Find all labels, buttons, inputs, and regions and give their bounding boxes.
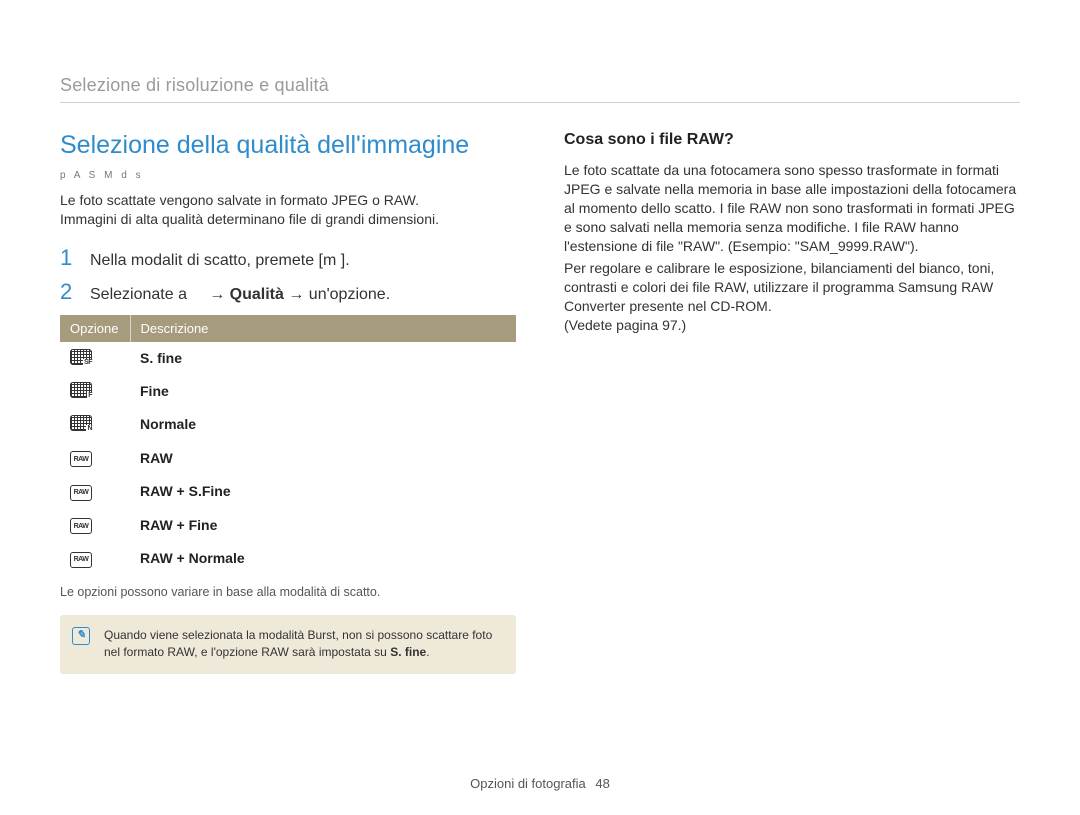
intro-line1: Le foto scattate vengono salvate in form… bbox=[60, 192, 419, 208]
quality-icon: N bbox=[70, 415, 92, 431]
step-number: 1 bbox=[60, 245, 78, 271]
opt-label: RAW + Normale bbox=[130, 541, 516, 575]
th-option: Opzione bbox=[60, 315, 130, 342]
opt-label: RAW + S.Fine bbox=[130, 474, 516, 508]
footer-section: Opzioni di fotografia bbox=[470, 776, 586, 791]
table-footnote: Le opzioni possono variare in base alla … bbox=[60, 585, 516, 599]
quality-icon: RAW bbox=[70, 485, 92, 501]
callout-text-a: Quando viene selezionata la modalità Bur… bbox=[104, 628, 492, 659]
right-column: Cosa sono i file RAW? Le foto scattate d… bbox=[564, 131, 1020, 674]
opt-label: S. fine bbox=[130, 342, 516, 375]
table-row: SF S. fine bbox=[60, 342, 516, 375]
step1-b: ]. bbox=[341, 252, 350, 269]
table-row: RAW RAW + S.Fine bbox=[60, 474, 516, 508]
callout-text-b: . bbox=[426, 645, 429, 659]
paragraph: (Vedete pagina 97.) bbox=[564, 316, 1020, 335]
table-row: F Fine bbox=[60, 375, 516, 408]
quality-icon: RAW bbox=[70, 518, 92, 534]
step-number: 2 bbox=[60, 279, 78, 305]
table-row: RAW RAW bbox=[60, 441, 516, 475]
note-callout: ✎ Quando viene selezionata la modalità B… bbox=[60, 615, 516, 674]
opt-label: RAW bbox=[130, 441, 516, 475]
arrow-icon: → bbox=[209, 286, 225, 303]
quality-icon: F bbox=[70, 382, 92, 398]
step-2: 2 Selezionate a → Qualità → un'opzione. bbox=[60, 279, 516, 305]
arrow-icon: → bbox=[288, 286, 304, 303]
paragraph: Per regolare e calibrare le esposizione,… bbox=[564, 259, 1020, 316]
quality-icon: RAW bbox=[70, 451, 92, 467]
note-icon: ✎ bbox=[72, 627, 90, 645]
intro-text: Le foto scattate vengono salvate in form… bbox=[60, 191, 516, 229]
table-row: RAW RAW + Fine bbox=[60, 508, 516, 542]
step-text: Selezionate a → Qualità → un'opzione. bbox=[90, 286, 390, 304]
step-text: Nella modalit di scatto, premete [m ]. bbox=[90, 252, 350, 270]
paragraph: Le foto scattate da una fotocamera sono … bbox=[564, 161, 1020, 255]
section-heading: Selezione della qualità dell'immagine bbox=[60, 131, 516, 160]
quality-icon: SF bbox=[70, 349, 92, 365]
page-number: 48 bbox=[595, 776, 609, 791]
step2-b: un'opzione. bbox=[309, 286, 390, 303]
opt-label: RAW + Fine bbox=[130, 508, 516, 542]
th-description: Descrizione bbox=[130, 315, 516, 342]
table-row: N Normale bbox=[60, 408, 516, 441]
quality-icon: RAW bbox=[70, 552, 92, 568]
step2-a: Selezionate a bbox=[90, 286, 187, 303]
left-column: Selezione della qualità dell'immagine p … bbox=[60, 131, 516, 674]
subsection-heading: Cosa sono i file RAW? bbox=[564, 131, 1020, 149]
step2-bold: Qualità bbox=[230, 286, 284, 303]
intro-line2: Immagini di alta qualità determinano fil… bbox=[60, 211, 439, 227]
mode-indicators: p A S M d s bbox=[60, 170, 516, 181]
callout-bold: S. fine bbox=[390, 645, 426, 659]
options-table: Opzione Descrizione SF S. fine F Fine N Nor… bbox=[60, 315, 516, 575]
step1-a: Nella modalit di scatto, premete [m bbox=[90, 252, 336, 269]
step-1: 1 Nella modalit di scatto, premete [m ]. bbox=[60, 245, 516, 271]
running-header: Selezione di risoluzione e qualità bbox=[60, 75, 1020, 103]
opt-label: Fine bbox=[130, 375, 516, 408]
opt-label: Normale bbox=[130, 408, 516, 441]
page-footer: Opzioni di fotografia 48 bbox=[0, 776, 1080, 791]
table-row: RAW RAW + Normale bbox=[60, 541, 516, 575]
